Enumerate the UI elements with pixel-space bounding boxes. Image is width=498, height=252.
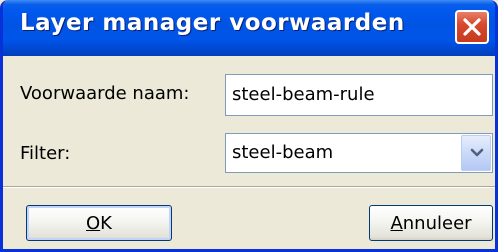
ok-button[interactable]: OK bbox=[26, 205, 172, 241]
name-label: Voorwaarde naam: bbox=[20, 83, 190, 104]
window-title: Layer manager voorwaarden bbox=[20, 10, 405, 36]
name-input[interactable]: steel-beam-rule bbox=[225, 74, 493, 116]
filter-selected-value: steel-beam bbox=[232, 142, 334, 163]
close-button[interactable] bbox=[455, 10, 489, 44]
chevron-down-icon bbox=[470, 148, 484, 157]
filter-dropdown-button[interactable] bbox=[461, 135, 491, 171]
separator-highlight bbox=[3, 187, 495, 188]
cancel-label-rest: nnuleer bbox=[402, 213, 472, 234]
cancel-mnemonic: A bbox=[390, 213, 403, 234]
close-icon bbox=[463, 18, 481, 36]
title-bar[interactable]: Layer manager voorwaarden bbox=[3, 0, 495, 56]
ok-label-rest: K bbox=[100, 213, 112, 234]
filter-label: Filter: bbox=[20, 143, 71, 164]
dialog-window: Layer manager voorwaarden Voorwaarde naa… bbox=[0, 0, 498, 252]
filter-select[interactable]: steel-beam bbox=[225, 133, 493, 173]
ok-mnemonic: O bbox=[86, 213, 101, 234]
cancel-button[interactable]: Annuleer bbox=[369, 205, 493, 241]
